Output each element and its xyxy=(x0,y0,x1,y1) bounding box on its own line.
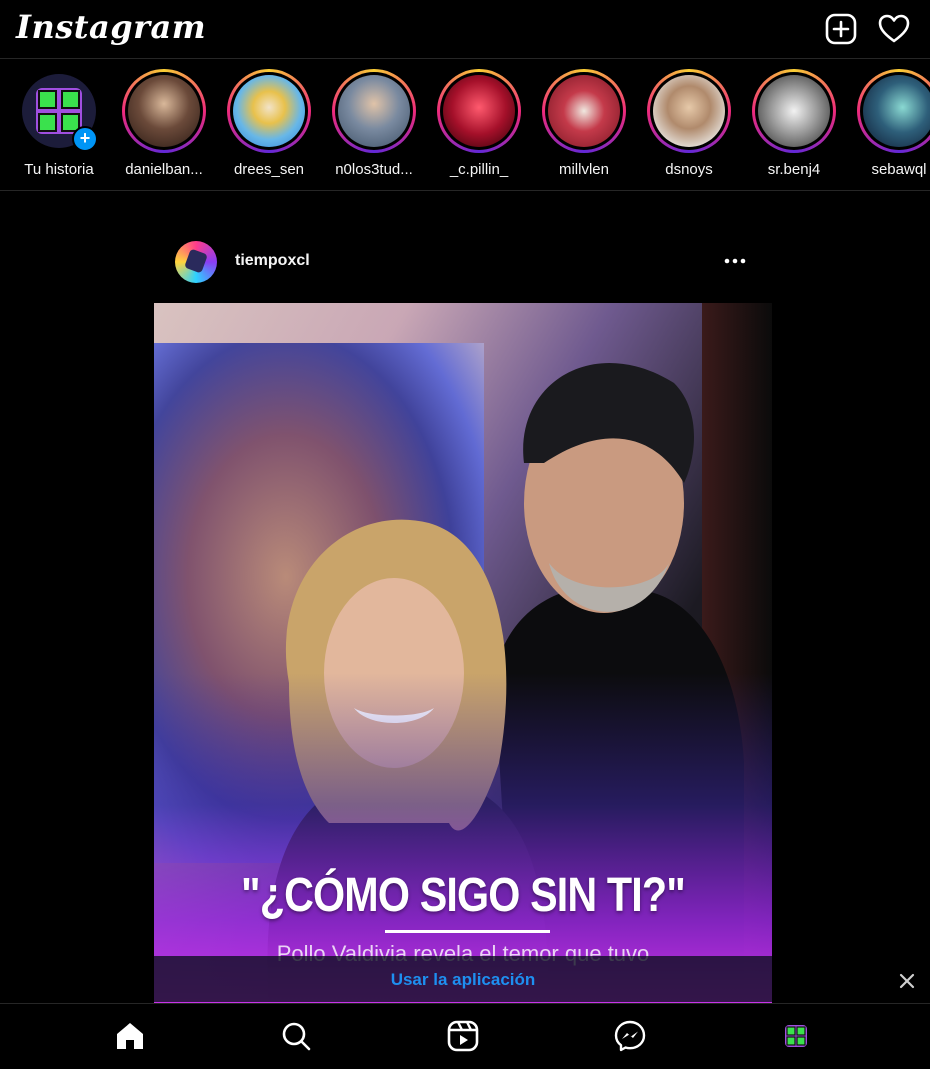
image-headline: "¿CÓMO SIGO SIN TI?" xyxy=(241,869,686,922)
story-label: danielban... xyxy=(125,161,203,178)
more-options-icon[interactable] xyxy=(720,246,750,276)
story-label: sr.benj4 xyxy=(767,161,821,178)
avatar xyxy=(758,75,830,147)
open-app-banner: Usar la aplicación xyxy=(0,956,930,1002)
close-icon[interactable] xyxy=(896,970,918,992)
story-item[interactable]: sebawql xyxy=(849,69,930,178)
profile-logo-icon xyxy=(36,88,82,134)
avatar: + xyxy=(22,74,98,152)
avatar xyxy=(653,75,725,147)
story-label: millvlen xyxy=(558,161,609,178)
post-header: tiempoxcl xyxy=(154,232,772,294)
post-image[interactable]: "¿CÓMO SIGO SIN TI?" Pollo Valdivia reve… xyxy=(154,303,772,1003)
post-username[interactable]: tiempoxcl xyxy=(235,252,310,270)
story-label: drees_sen xyxy=(233,161,305,178)
add-story-icon[interactable]: + xyxy=(72,126,98,152)
story-item[interactable]: dsnoys xyxy=(639,69,739,178)
story-item[interactable]: _c.pillin_ xyxy=(429,69,529,178)
story-item[interactable]: sr.benj4 xyxy=(744,69,844,178)
heart-icon[interactable] xyxy=(877,12,911,46)
story-label: _c.pillin_ xyxy=(449,161,509,178)
story-item[interactable]: drees_sen xyxy=(219,69,319,178)
instagram-logo[interactable]: Instagram xyxy=(16,8,206,46)
story-label: dsnoys xyxy=(665,161,713,178)
profile-icon[interactable] xyxy=(779,1019,813,1053)
reels-icon[interactable] xyxy=(446,1019,480,1053)
story-own[interactable]: + Tu historia xyxy=(9,69,109,178)
story-label: Tu historia xyxy=(24,161,94,178)
headline-divider xyxy=(385,930,550,933)
plus-square-icon[interactable] xyxy=(824,12,858,46)
post-avatar[interactable] xyxy=(175,241,217,283)
story-label: n0los3tud... xyxy=(335,161,413,178)
avatar xyxy=(443,75,515,147)
story-item[interactable]: millvlen xyxy=(534,69,634,178)
stories-tray: + Tu historia danielban... drees_sen n0l… xyxy=(0,59,930,191)
story-label: sebawql xyxy=(871,161,927,178)
messenger-icon[interactable] xyxy=(613,1019,647,1053)
avatar xyxy=(338,75,410,147)
avatar xyxy=(548,75,620,147)
top-bar: Instagram xyxy=(0,0,930,59)
search-icon[interactable] xyxy=(279,1019,313,1053)
story-item[interactable]: danielban... xyxy=(114,69,214,178)
avatar xyxy=(128,75,200,147)
open-app-link[interactable]: Usar la aplicación xyxy=(0,970,926,990)
home-icon[interactable] xyxy=(113,1019,147,1053)
avatar xyxy=(233,75,305,147)
bottom-nav xyxy=(0,1003,930,1069)
story-item[interactable]: n0los3tud... xyxy=(324,69,424,178)
avatar xyxy=(863,75,930,147)
